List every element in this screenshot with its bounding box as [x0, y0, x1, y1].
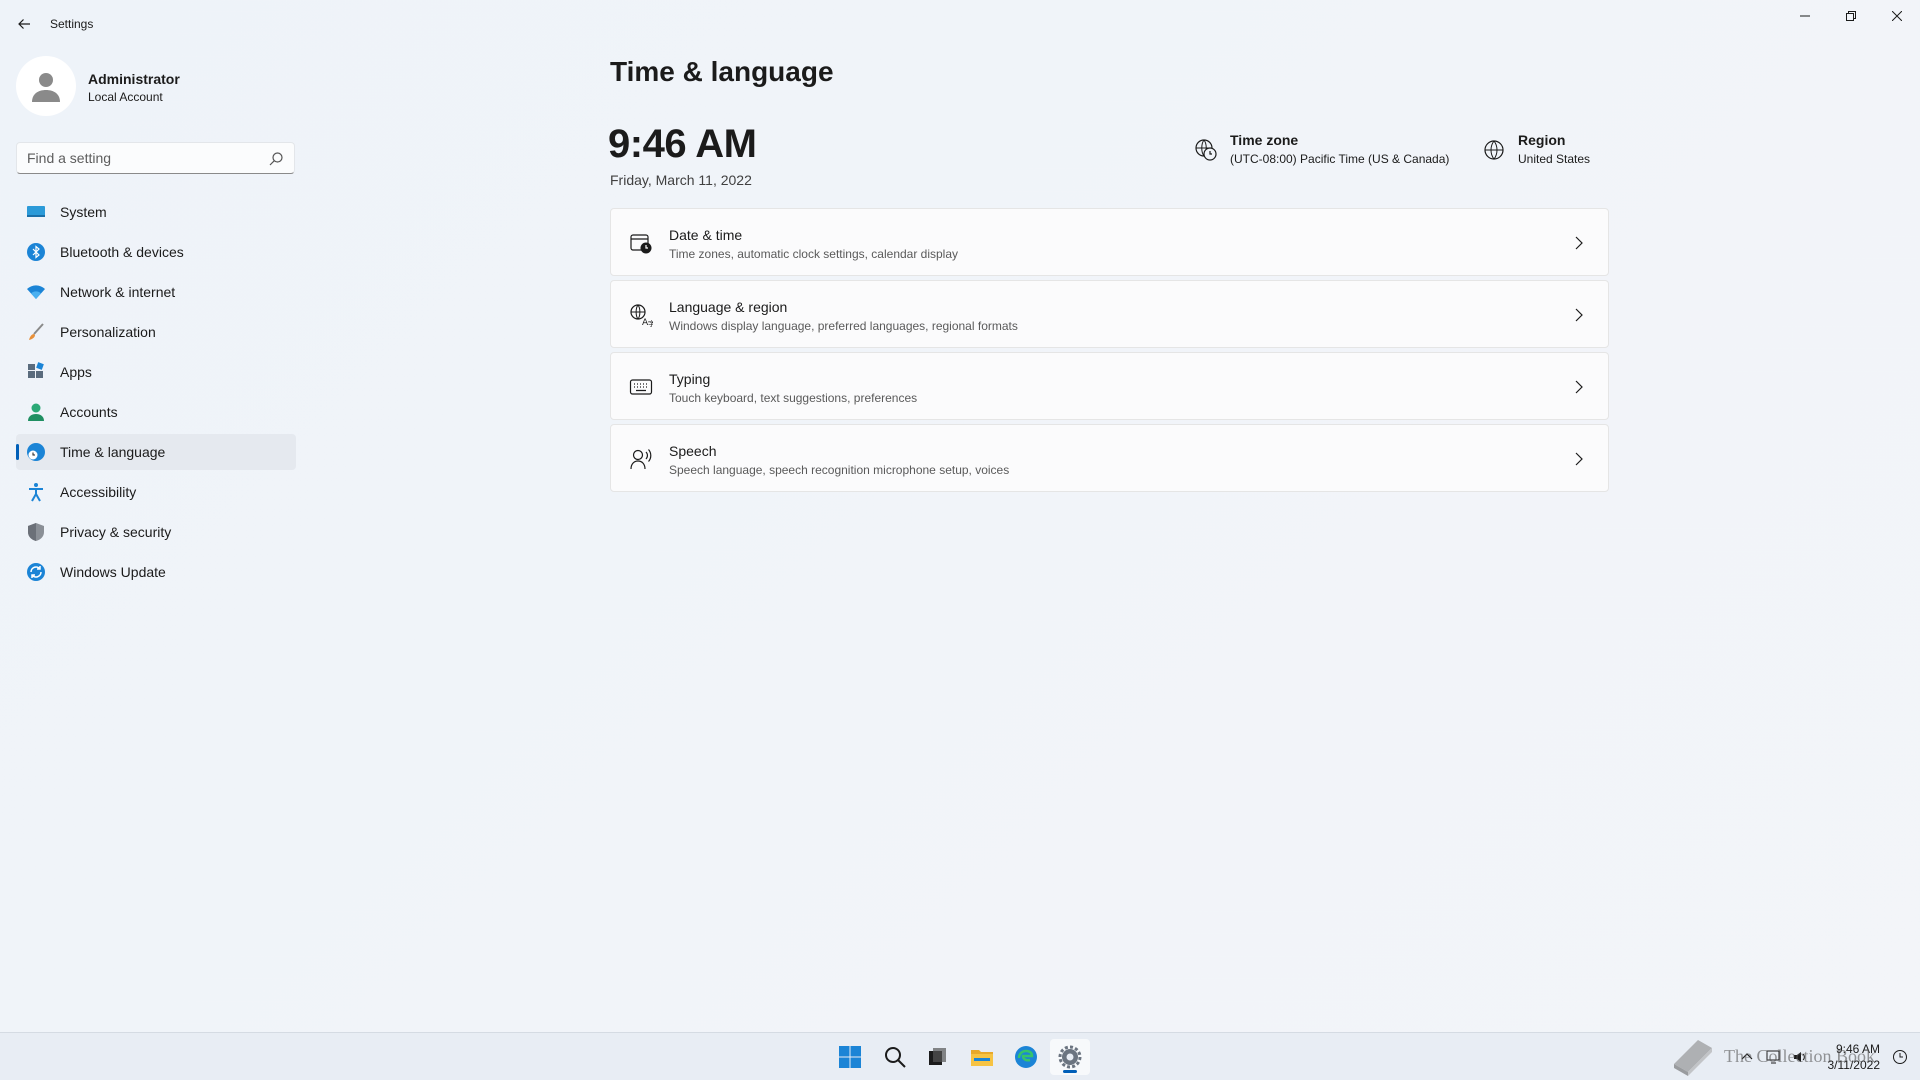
sidebar-item-label: Windows Update	[60, 564, 166, 580]
language-icon: A字	[630, 304, 653, 327]
svg-text:字: 字	[648, 319, 653, 327]
card-subtitle: Windows display language, preferred lang…	[669, 319, 1018, 333]
current-date: Friday, March 11, 2022	[610, 172, 752, 188]
edge-icon	[1015, 1046, 1037, 1068]
taskbar: 9:46 AM 3/11/2022	[0, 1032, 1920, 1080]
page-title: Time & language	[610, 56, 834, 87]
person-avatar-icon	[32, 73, 60, 102]
date-time-card[interactable]: Date & time Time zones, automatic clock …	[610, 208, 1609, 276]
card-subtitle: Speech language, speech recognition micr…	[669, 463, 1010, 477]
region-info: Region United States	[1482, 132, 1590, 166]
monitor-icon	[26, 202, 46, 222]
chevron-right-icon	[1575, 452, 1583, 466]
current-time: 9:46 AM	[608, 122, 757, 166]
restore-icon	[1846, 11, 1856, 21]
time-zone-value: (UTC-08:00) Pacific Time (US & Canada)	[1230, 152, 1450, 166]
chevron-right-icon	[1575, 236, 1583, 250]
sidebar-item-network[interactable]: Network & internet	[16, 274, 296, 310]
sidebar-item-privacy[interactable]: Privacy & security	[16, 514, 296, 550]
card-title: Language & region	[669, 299, 788, 315]
sidebar-item-label: Apps	[60, 364, 92, 380]
card-title: Speech	[669, 443, 717, 459]
settings-taskbar-button[interactable]	[1050, 1039, 1090, 1075]
language-region-card[interactable]: A字 Language & region Windows display lan…	[610, 280, 1609, 348]
person-icon	[26, 402, 46, 422]
update-icon	[26, 562, 46, 582]
task-view-icon	[929, 1048, 946, 1065]
close-icon	[1892, 11, 1902, 21]
sidebar-item-label: Accessibility	[60, 484, 137, 500]
sidebar-item-time-language[interactable]: Time & language	[16, 434, 296, 470]
region-value: United States	[1518, 152, 1591, 166]
file-explorer-icon	[971, 1050, 993, 1066]
user-profile[interactable]: Administrator Local Account	[16, 56, 296, 116]
sidebar-item-apps[interactable]: Apps	[16, 354, 296, 390]
search-icon	[885, 1047, 906, 1068]
bluetooth-icon	[26, 242, 46, 262]
speech-card[interactable]: Speech Speech language, speech recogniti…	[610, 424, 1609, 492]
start-button[interactable]	[830, 1039, 870, 1075]
globe-clock-icon	[26, 442, 46, 462]
start-icon	[839, 1046, 861, 1068]
sidebar-item-label: Time & language	[60, 444, 166, 460]
search-icon[interactable]	[268, 151, 284, 167]
settings-cards: Date & time Time zones, automatic clock …	[610, 208, 1609, 496]
avatar	[16, 56, 76, 116]
file-explorer-button[interactable]	[962, 1039, 1002, 1075]
sidebar-item-accessibility[interactable]: Accessibility	[16, 474, 296, 510]
card-subtitle: Time zones, automatic clock settings, ca…	[669, 247, 959, 261]
restore-button[interactable]	[1828, 0, 1874, 32]
typing-card[interactable]: Typing Touch keyboard, text suggestions,…	[610, 352, 1609, 420]
sidebar-item-personalization[interactable]: Personalization	[16, 314, 296, 350]
keyboard-icon	[629, 379, 653, 395]
sidebar-item-label: Personalization	[60, 324, 156, 340]
chevron-right-icon	[1575, 380, 1583, 394]
edge-button[interactable]	[1006, 1039, 1046, 1075]
sidebar-nav: System Bluetooth & devices Network & int…	[16, 194, 296, 594]
sidebar-item-label: Network & internet	[60, 284, 176, 300]
sidebar-item-windows-update[interactable]: Windows Update	[16, 554, 296, 590]
card-subtitle: Touch keyboard, text suggestions, prefer…	[669, 391, 918, 405]
globe-icon	[1484, 140, 1504, 160]
taskbar-search-button[interactable]	[875, 1039, 915, 1075]
task-view-button[interactable]	[917, 1039, 957, 1075]
sidebar-item-label: Privacy & security	[60, 524, 172, 540]
title-bar: Settings	[0, 0, 1920, 48]
sidebar-item-label: Accounts	[60, 404, 118, 420]
card-title: Typing	[669, 371, 711, 387]
time-zone-label: Time zone	[1230, 132, 1299, 148]
calendar-clock-icon	[630, 234, 652, 254]
minimize-icon	[1800, 15, 1810, 17]
region-label: Region	[1518, 132, 1566, 148]
accessibility-icon	[26, 482, 46, 502]
chevron-right-icon	[1575, 308, 1583, 322]
time-zone-info: Time zone (UTC-08:00) Pacific Time (US &…	[1194, 132, 1449, 166]
speech-icon	[630, 449, 652, 470]
watermark: The Collection Book	[1668, 1032, 1875, 1080]
search-box[interactable]	[16, 142, 295, 174]
app-title: Settings	[50, 17, 94, 31]
sidebar-item-label: Bluetooth & devices	[60, 244, 184, 260]
apps-icon	[26, 362, 46, 382]
notification-icon[interactable]	[1892, 1049, 1908, 1065]
globe-clock-icon	[1195, 139, 1217, 161]
card-title: Date & time	[669, 227, 743, 243]
watermark-text: The Collection Book	[1724, 1045, 1875, 1066]
settings-icon	[1058, 1045, 1082, 1069]
book-icon	[1674, 1040, 1712, 1076]
wifi-icon	[26, 282, 46, 302]
search-input[interactable]	[27, 150, 257, 166]
sidebar-item-accounts[interactable]: Accounts	[16, 394, 296, 430]
brush-icon	[26, 322, 46, 342]
back-button[interactable]	[12, 12, 36, 36]
account-type: Local Account	[88, 90, 163, 104]
shield-icon	[26, 522, 46, 542]
user-name: Administrator	[88, 71, 180, 87]
sidebar-item-label: System	[60, 204, 107, 220]
close-button[interactable]	[1874, 0, 1920, 32]
back-arrow-icon	[18, 19, 30, 29]
sidebar-item-system[interactable]: System	[16, 194, 296, 230]
minimize-button[interactable]	[1782, 0, 1828, 32]
sidebar-item-bluetooth[interactable]: Bluetooth & devices	[16, 234, 296, 270]
